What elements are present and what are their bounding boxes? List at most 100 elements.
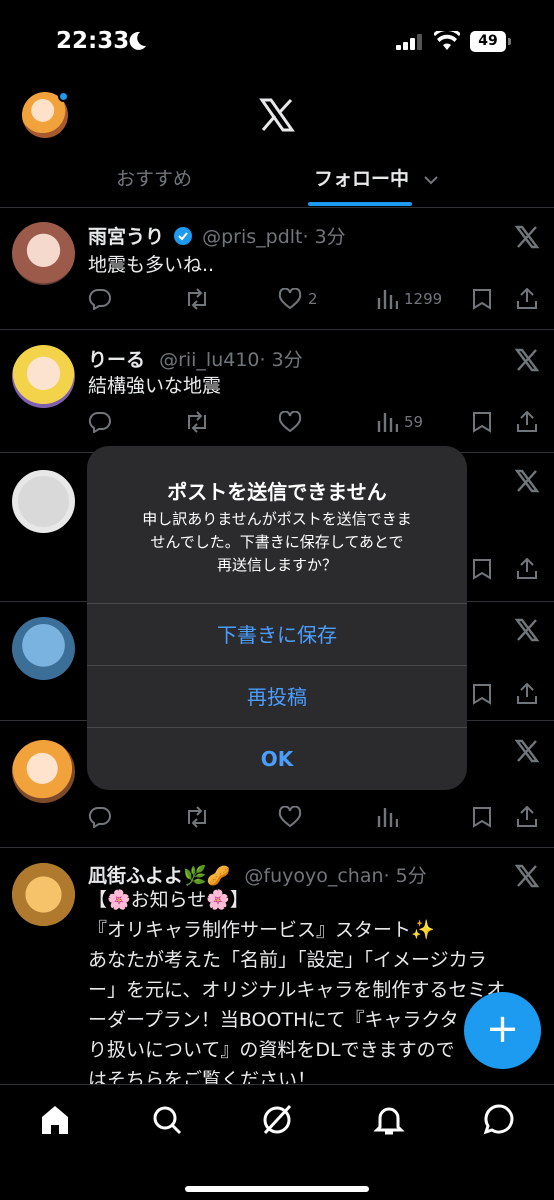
like-count: 2 [308, 290, 318, 308]
views-button[interactable]: 1299 [376, 286, 442, 312]
avatar[interactable] [12, 617, 75, 680]
grok-icon[interactable] [514, 468, 540, 494]
share-icon [517, 288, 537, 309]
bookmark-button[interactable] [472, 409, 498, 435]
post-age: · 5分 [383, 865, 427, 887]
home-indicator [185, 1186, 369, 1192]
post-text-line: あなたが考えた「名前」「設定」「イメージカラ [88, 949, 487, 971]
post-handle[interactable]: @fuyoyo_chan [244, 865, 383, 887]
reply-icon [88, 411, 111, 433]
search-icon[interactable] [150, 1103, 184, 1137]
reply-icon [88, 288, 111, 310]
avatar[interactable] [12, 470, 75, 533]
reply-button[interactable] [88, 409, 118, 435]
repost-button[interactable] [184, 409, 216, 435]
post-author-name[interactable]: 雨宮うり [88, 226, 164, 248]
bookmark-button[interactable] [472, 286, 498, 312]
grok-tab-icon[interactable] [260, 1103, 294, 1137]
bookmark-icon[interactable] [472, 558, 492, 580]
repost-icon [188, 806, 206, 828]
grok-icon[interactable] [514, 224, 540, 250]
bottom-tab-bar [0, 1084, 554, 1200]
like-button[interactable] [278, 409, 308, 435]
post-item[interactable]: 雨宮うり @pris_pdlt· 3分 地震も多いね.. 2 1299 [0, 208, 554, 330]
share-button[interactable] [516, 409, 544, 435]
profile-avatar-button[interactable] [22, 91, 69, 138]
like-button[interactable] [278, 804, 308, 830]
views-icon [377, 808, 398, 827]
post-item[interactable]: りーる @rii_lu410· 3分 結構強いな地震 59 [0, 331, 554, 453]
bookmark-icon [473, 412, 491, 433]
notifications-icon[interactable] [372, 1103, 406, 1137]
messages-icon[interactable] [482, 1103, 516, 1137]
views-icon [377, 290, 398, 309]
views-button[interactable]: 59 [376, 409, 423, 435]
x-logo [259, 98, 295, 132]
post-author-name[interactable]: りーる [88, 349, 145, 371]
reply-button[interactable] [88, 804, 118, 830]
like-icon [278, 806, 302, 828]
avatar[interactable] [12, 222, 75, 285]
post-handle[interactable]: @pris_pdlt [202, 226, 302, 248]
post-age: · 3分 [302, 226, 346, 248]
share-button[interactable] [516, 286, 544, 312]
post-text: 結構強いな地震 [88, 375, 222, 397]
avatar[interactable] [12, 740, 75, 803]
status-time: 22:33 [56, 28, 130, 54]
share-icon[interactable] [516, 558, 538, 580]
moon-icon [129, 31, 146, 50]
share-icon [517, 806, 537, 827]
bookmark-button[interactable] [472, 804, 498, 830]
avatar[interactable] [12, 345, 75, 408]
compose-button[interactable]: + [464, 992, 541, 1069]
post-text-line: 【🌸お知らせ🌸】 [88, 889, 249, 911]
alert-message-line: せんでした。下書きに保存してあとで [150, 533, 404, 551]
wifi-icon [434, 31, 460, 50]
post-actions: 59 [88, 409, 540, 435]
like-button[interactable]: 2 [278, 286, 318, 312]
repost-icon [188, 411, 206, 433]
post-author-name[interactable]: 凪街ふよよ🌿🥜 [88, 865, 230, 887]
battery-cap [508, 38, 511, 45]
tab-indicator [308, 202, 412, 206]
signal-icon [396, 34, 422, 50]
ok-button[interactable]: OK [87, 727, 467, 789]
plus-icon: + [485, 1006, 520, 1052]
alert-message-line: 再送信しますか？ [216, 556, 337, 574]
grok-icon[interactable] [514, 738, 540, 764]
grok-icon[interactable] [514, 347, 540, 373]
bookmark-icon [473, 807, 491, 828]
verified-badge-icon [174, 227, 193, 245]
home-icon[interactable] [38, 1103, 72, 1137]
save-draft-button[interactable]: 下書きに保存 [87, 603, 467, 665]
reply-icon [88, 806, 111, 828]
chevron-down-icon [423, 176, 438, 185]
repost-button[interactable]: 再投稿 [87, 665, 467, 727]
share-icon [517, 411, 537, 432]
tab-following-label: フォロー中 [314, 168, 410, 190]
share-button[interactable] [516, 804, 544, 830]
post-actions: 2 1299 [88, 286, 540, 312]
repost-button[interactable] [184, 804, 216, 830]
post-actions [88, 804, 540, 830]
like-icon [278, 288, 302, 310]
notification-dot [58, 91, 69, 102]
post-age: · 3分 [259, 349, 303, 371]
repost-button[interactable] [184, 286, 216, 312]
views-icon [377, 413, 398, 432]
views-button[interactable] [376, 804, 404, 830]
avatar[interactable] [12, 863, 75, 926]
battery-level: 49 [470, 31, 506, 52]
alert-message-line: 申し訳ありませんがポストを送信できま [142, 510, 412, 528]
bookmark-icon [473, 289, 491, 310]
reply-button[interactable] [88, 286, 118, 312]
view-count: 1299 [404, 290, 443, 308]
tab-recommended[interactable]: おすすめ [116, 164, 192, 191]
bookmark-icon[interactable] [472, 683, 492, 705]
grok-icon[interactable] [514, 617, 540, 643]
post-text-line: 『オリキャラ制作サービス』スタート✨ [88, 919, 435, 941]
share-icon[interactable] [516, 683, 538, 705]
like-icon [278, 411, 302, 433]
post-handle[interactable]: @rii_lu410 [159, 349, 259, 371]
tab-following[interactable]: フォロー中 [314, 164, 438, 191]
